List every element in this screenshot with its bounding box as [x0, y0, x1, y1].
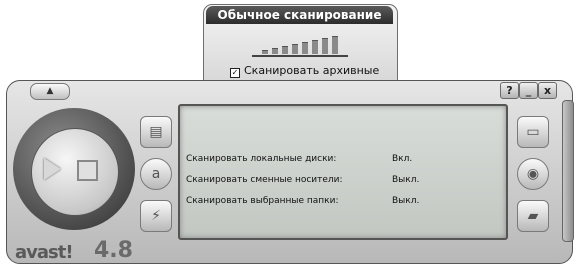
archive-checkbox-label: Сканировать архивные [244, 64, 380, 77]
brand-logo: avast! [15, 242, 74, 263]
archive-checkbox[interactable]: ✓ [230, 68, 240, 78]
scan-level-bar[interactable] [262, 50, 268, 54]
scan-level-bar[interactable] [272, 48, 278, 54]
scan-level-bars[interactable] [262, 32, 342, 54]
status-label-local-disks: Сканировать локальные диски: [186, 154, 337, 164]
hard-drive-icon[interactable]: ▭ [517, 116, 549, 148]
scan-level-line [252, 55, 348, 57]
scan-mode-title: Обычное сканирование [206, 6, 393, 24]
scan-level-bar[interactable] [302, 42, 308, 54]
status-value-selected-folders: Выкл. [392, 196, 420, 206]
scan-level-bar[interactable] [322, 38, 328, 54]
folder-icon[interactable]: ▰ [517, 200, 549, 232]
status-label-selected-folders: Сканировать выбранные папки: [186, 196, 339, 206]
lightning-icon[interactable]: ⚡ [140, 200, 172, 232]
status-label-removable-media: Сканировать сменные носители: [186, 175, 343, 185]
archive-scan-option[interactable]: ✓ Сканировать архивные [230, 64, 379, 78]
scan-level-bar[interactable] [312, 40, 318, 54]
brand-version: 4.8 [94, 238, 133, 263]
play-icon[interactable] [44, 158, 61, 180]
eject-button[interactable]: ▲ [30, 83, 70, 100]
info-icon[interactable]: a [140, 158, 172, 190]
stop-icon[interactable] [77, 160, 98, 181]
scan-level-bar[interactable] [282, 46, 288, 54]
minimize-button[interactable]: _ [519, 82, 538, 99]
status-value-removable-media: Выкл. [392, 175, 420, 185]
status-value-local-disks: Вкл. [392, 154, 413, 164]
help-button[interactable]: ? [500, 82, 519, 99]
side-rim [562, 100, 574, 242]
scan-level-bar[interactable] [292, 44, 298, 54]
scan-level-bar[interactable] [332, 36, 338, 54]
cd-icon[interactable]: ◉ [517, 158, 549, 190]
close-button[interactable]: x [538, 82, 557, 99]
status-screen [178, 104, 508, 240]
book-icon[interactable]: ▤ [140, 116, 172, 148]
